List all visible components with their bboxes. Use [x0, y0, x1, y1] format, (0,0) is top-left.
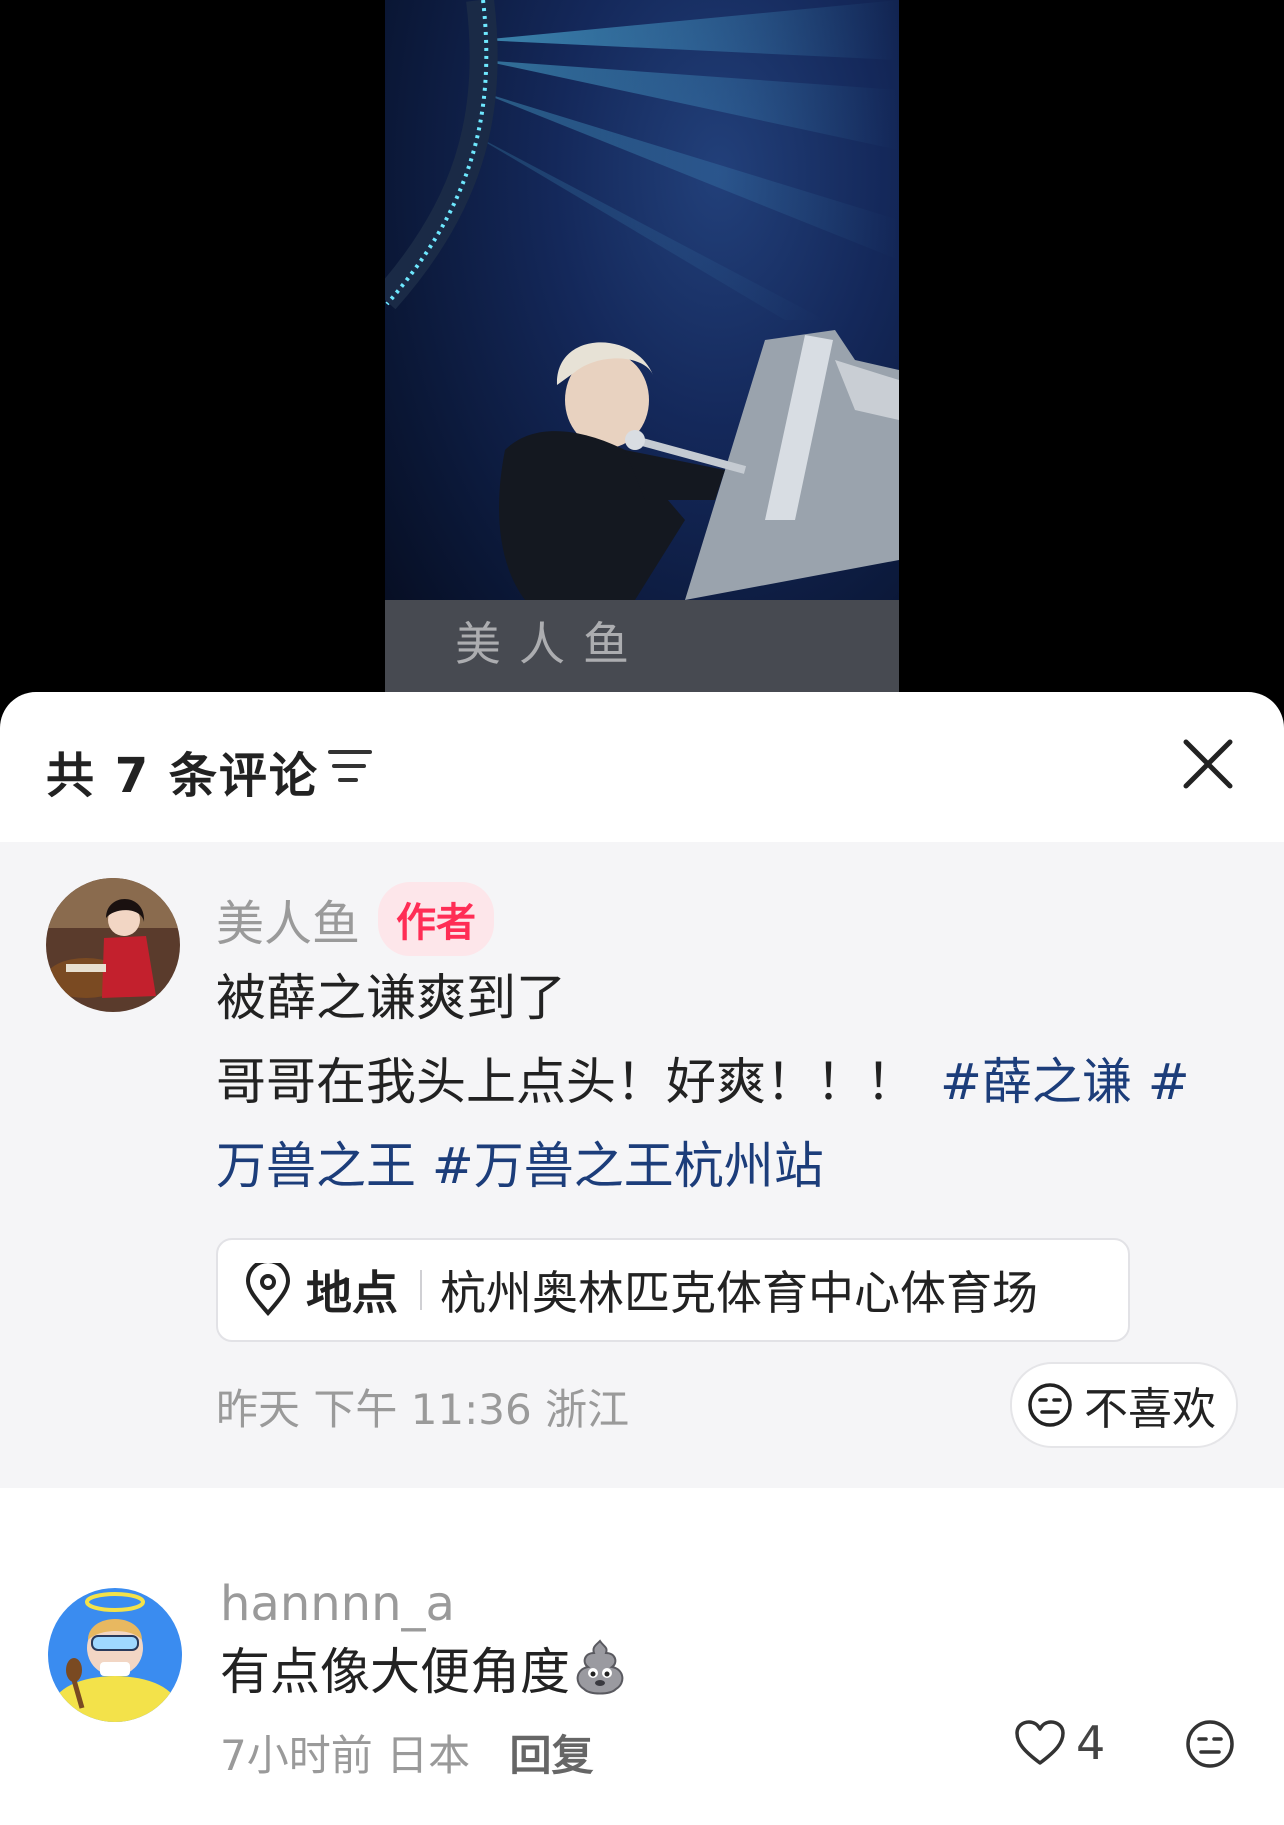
user-avatar-image [48, 1588, 182, 1722]
comments-header: 共 7 条评论 [0, 692, 1284, 842]
location-card[interactable]: 地点 杭州奥林匹克体育中心体育场 [216, 1238, 1130, 1342]
comment-author-row: 美人鱼 作者 [216, 882, 495, 956]
comment-text: 被薛之谦爽到了 哥哥在我头上点头！好爽！！！ #薛之谦 # 万兽之王 #万兽之王杭… [216, 956, 1236, 1208]
like-button[interactable]: 4 [1014, 1716, 1105, 1770]
avatar[interactable] [46, 878, 180, 1012]
video-watermark: 美人鱼 [455, 617, 647, 671]
author-badge: 作者 [378, 882, 495, 956]
comment-line-3: 万兽之王 #万兽之王杭州站 [216, 1124, 1236, 1208]
dislike-face-icon[interactable] [1184, 1718, 1236, 1770]
reply-button[interactable]: 回复 [509, 1731, 593, 1780]
comment-line-1: 有点像大便角度 [220, 1643, 570, 1701]
like-count: 4 [1076, 1716, 1106, 1770]
comment-item: hannnn_a 有点像大便角度 7小时前 日本 回复 4 [0, 1568, 1284, 1825]
location-pin-icon [245, 1263, 291, 1317]
close-icon[interactable] [1180, 736, 1236, 792]
comment-time: 昨天 下午 11:36 浙江 [216, 1385, 630, 1434]
comment-line-2-text: 哥哥在我头上点头！好爽！！！ [216, 1053, 916, 1111]
dislike-label: 不喜欢 [1084, 1384, 1216, 1435]
dislike-face-icon [1028, 1383, 1072, 1427]
poop-emoji-icon [576, 1639, 624, 1695]
hashtag-link[interactable]: #万兽之王杭州站 [416, 1137, 824, 1195]
comment-meta: 昨天 下午 11:36 浙江 [216, 1376, 629, 1437]
sort-lines-icon[interactable] [328, 746, 372, 786]
comment-line-2: 哥哥在我头上点头！好爽！！！ #薛之谦 # [216, 1040, 1236, 1124]
comment-meta: 7小时前 日本 回复 [220, 1722, 593, 1783]
location-label: 地点 [306, 1266, 398, 1320]
comment-item-author: 美人鱼 作者 被薛之谦爽到了 哥哥在我头上点头！好爽！！！ #薛之谦 # 万兽之王… [0, 842, 1284, 1488]
dislike-button[interactable]: 不喜欢 [1010, 1362, 1238, 1448]
concert-scene [385, 0, 899, 692]
heart-icon [1015, 1720, 1065, 1765]
video-player[interactable]: 美人鱼 [0, 0, 1284, 720]
user-avatar-image [46, 878, 180, 1012]
comments-sheet: 共 7 条评论 美人鱼 作者 被薛之谦爽到了 哥哥在我头上点头！好爽！！！ #薛… [0, 692, 1284, 1825]
comment-text: 有点像大便角度 [220, 1630, 630, 1714]
username[interactable]: hannnn_a [220, 1576, 455, 1632]
hashtag-link[interactable]: # [1132, 1053, 1190, 1111]
video-frame[interactable]: 美人鱼 [385, 0, 899, 692]
comment-author-row: hannnn_a [220, 1576, 455, 1632]
avatar[interactable] [48, 1588, 182, 1722]
comment-line-1: 被薛之谦爽到了 [216, 969, 566, 1027]
hashtag-link[interactable]: #薛之谦 [940, 1053, 1132, 1111]
location-divider [420, 1270, 422, 1310]
username[interactable]: 美人鱼 [216, 884, 360, 954]
comments-count-title: 共 7 条评论 [46, 748, 319, 804]
comment-time: 7小时前 日本 [220, 1731, 471, 1780]
location-value: 杭州奥林匹克体育中心体育场 [440, 1266, 1038, 1320]
hashtag-link[interactable]: 万兽之王 [216, 1137, 416, 1195]
